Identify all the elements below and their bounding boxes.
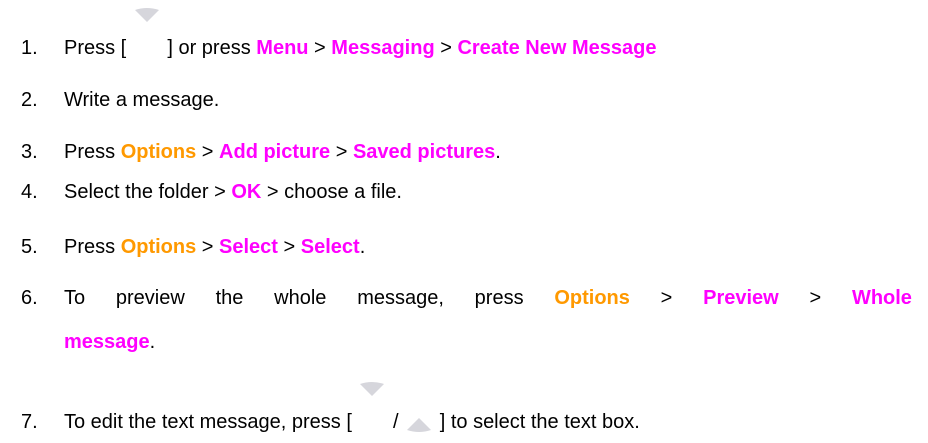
step-number: 2. [21, 89, 38, 111]
menu-path-highlight: Preview [703, 287, 779, 309]
instruction-text: > [196, 236, 220, 258]
step-number: 4. [21, 181, 38, 203]
instruction-text: ] to select the text box. [434, 411, 640, 433]
instruction-word: preview [115, 287, 185, 309]
softkey-highlight: Options [120, 141, 197, 163]
instruction-text: Select the folder > [64, 181, 232, 203]
instruction-word: > [809, 287, 822, 309]
instruction-word: To [64, 287, 86, 309]
step-number: 1. [21, 37, 38, 59]
instruction-text: . [359, 236, 366, 258]
menu-path-highlight: Create New Message [457, 37, 657, 59]
step-number: 6. [21, 287, 38, 309]
step-number: 3. [21, 141, 38, 163]
instruction-text: > [277, 236, 301, 258]
step-text: Press Options > Add picture > Saved pict… [64, 140, 501, 164]
step-number: 7. [21, 411, 38, 433]
instruction-word: > [660, 287, 673, 309]
menu-path-highlight: Select [219, 236, 278, 258]
instruction-word: whole [274, 287, 327, 309]
step-text: message. [64, 330, 155, 354]
step-text: Press Options > Select > Select. [64, 235, 365, 259]
instruction-word: message, [357, 287, 444, 309]
instruction-text: . [495, 141, 501, 163]
step-text: To edit the text message, press [ / ] to… [64, 382, 640, 434]
instruction-text: > [196, 141, 220, 163]
nav-up-key-icon [357, 382, 387, 434]
menu-path-highlight: message [64, 331, 150, 353]
instruction-text: Press [64, 236, 121, 258]
instruction-text: Press [ [64, 37, 132, 59]
instruction-text: To edit the text message, press [ [64, 411, 358, 433]
instruction-text: ] or press [161, 37, 257, 59]
instruction-word: press [474, 287, 524, 309]
softkey-highlight: Options [120, 236, 197, 258]
instruction-text: > [434, 37, 458, 59]
menu-path-highlight: Menu [256, 37, 309, 59]
step-text: Select the folder > OK > choose a file. [64, 180, 402, 204]
instruction-text: Press [64, 141, 121, 163]
instruction-text: > choose a file. [261, 181, 402, 203]
menu-path-highlight: Messaging [331, 37, 435, 59]
step-number: 5. [21, 236, 38, 258]
instruction-word: the [215, 287, 244, 309]
step-text: Write a message. [64, 88, 219, 112]
instruction-text: Write a message. [64, 89, 220, 111]
nav-down-key-icon [404, 410, 434, 434]
instruction-text: . [149, 331, 156, 353]
menu-path-highlight: OK [231, 181, 262, 203]
menu-path-highlight: Add picture [219, 141, 331, 163]
instruction-text: / [387, 411, 405, 433]
menu-path-highlight: Saved pictures [352, 141, 496, 163]
step-text: To preview the whole message, press Options > Pr… [64, 286, 912, 310]
menu-path-highlight: Whole [851, 287, 912, 309]
softkey-highlight: Options [554, 287, 630, 309]
nav-up-key-icon [132, 8, 162, 60]
instruction-text: > [330, 141, 353, 163]
menu-path-highlight: Select [300, 236, 360, 258]
instruction-text: > [308, 37, 332, 59]
step-text: Press [ ] or press Menu > Messaging > Cr… [64, 8, 657, 60]
